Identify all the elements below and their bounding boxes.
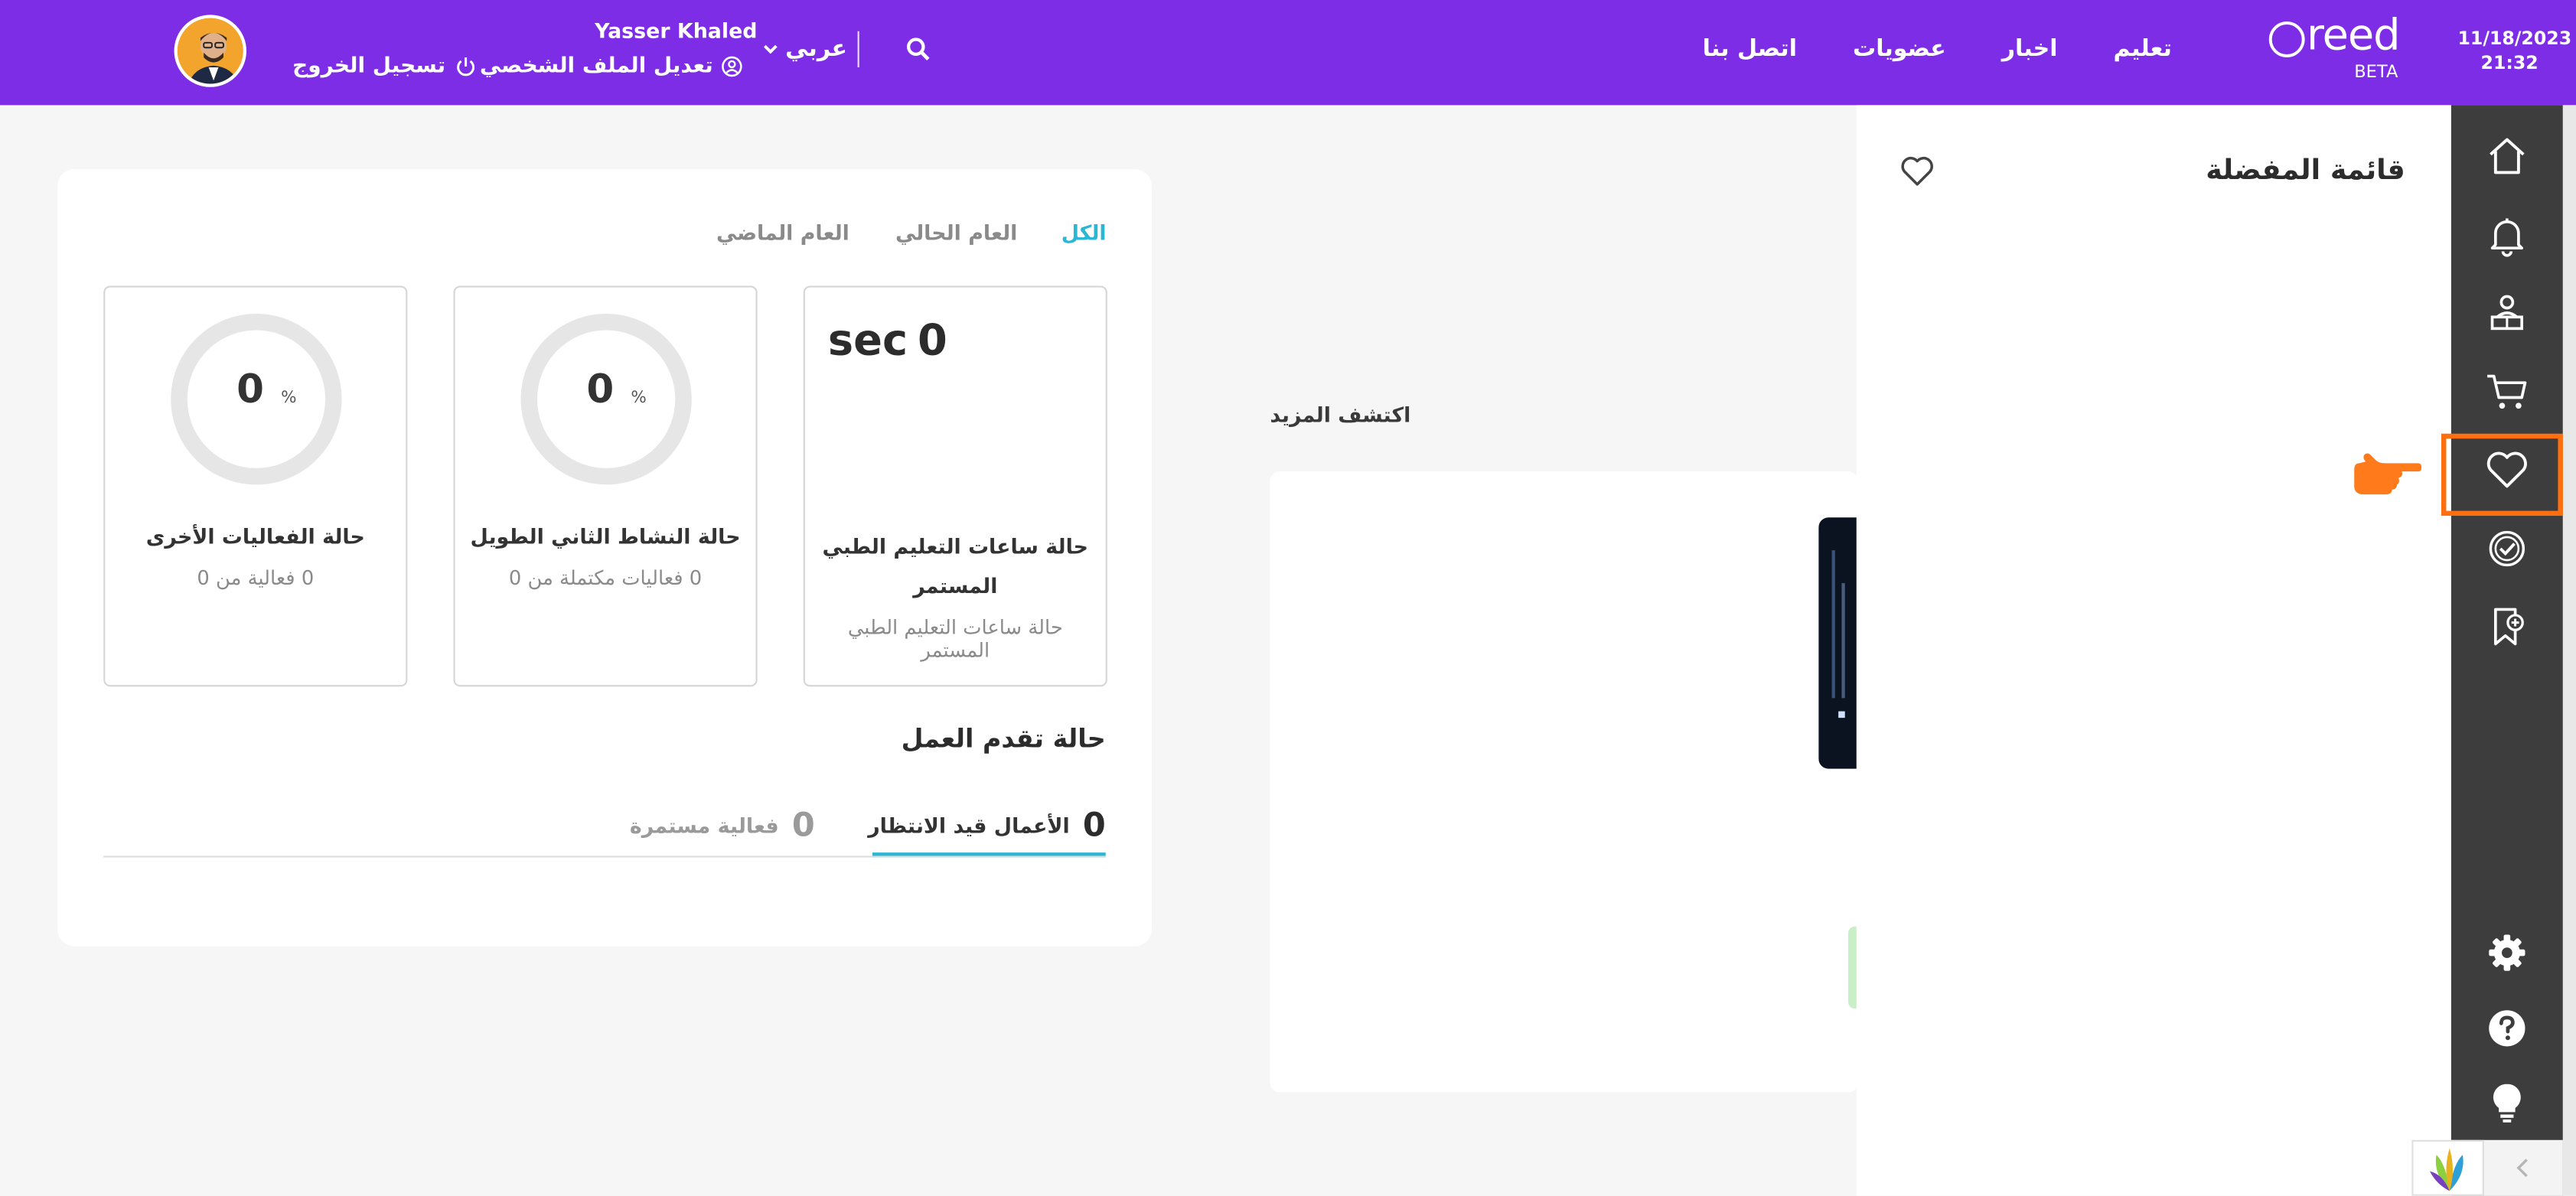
gear-icon — [2489, 934, 2525, 971]
nav-item-education[interactable]: تعليم — [2114, 36, 2172, 62]
avatar-image — [177, 18, 243, 84]
pointing-hand-icon — [2354, 453, 2422, 495]
cme-hours-title: حالة ساعات التعليم الطبي المستمر — [822, 533, 1089, 598]
page: Yasser Khaled تعديل الملف الشخصي تسجيل ا… — [0, 0, 2576, 1196]
cme-hours-subtitle: حالة ساعات التعليم الطبي المستمر — [847, 616, 1063, 663]
avatar[interactable] — [174, 15, 247, 87]
pending-works-label: الأعمال قيد الانتظار — [868, 812, 1070, 837]
nav-item-memberships[interactable]: عضويات — [1853, 36, 1946, 62]
oreed-logo-icon — [2268, 21, 2305, 57]
progress-title: حالة تقدم العمل — [901, 724, 1106, 754]
help-icon — [2489, 1010, 2525, 1047]
cme-hours-unit: sec — [827, 317, 908, 367]
heart-outline-icon — [1901, 156, 1933, 186]
rail-tips[interactable] — [2484, 1079, 2530, 1125]
rail-cart[interactable] — [2484, 368, 2530, 414]
image-light-streak — [1841, 583, 1845, 699]
power-icon — [457, 57, 475, 77]
filter-current-year[interactable]: العام الحالي — [895, 220, 1017, 245]
ongoing-events-label: فعالية مستمرة — [629, 812, 779, 837]
collapse-toggle[interactable] — [2483, 1139, 2563, 1196]
edit-profile-link[interactable]: تعديل الملف الشخصي — [480, 54, 743, 79]
favorites-highlight-frame — [2441, 433, 2563, 517]
brand-name: reed — [2306, 11, 2401, 61]
brand-logo[interactable]: reed BETA — [2267, 11, 2408, 89]
rail-learning[interactable] — [2484, 289, 2530, 335]
rail-bookmarks[interactable] — [2484, 603, 2530, 649]
cme-hours-number: 0 — [917, 317, 947, 367]
date-display: 11/18/2023 — [2457, 28, 2572, 50]
other-events-value: 0 — [236, 366, 264, 412]
rail-notifications[interactable] — [2484, 212, 2530, 258]
learner-icon — [2490, 295, 2524, 331]
helper-widget-logo[interactable] — [2411, 1139, 2484, 1196]
user-name: Yasser Khaled — [595, 18, 758, 43]
scrollbar-track[interactable] — [2562, 105, 2576, 1196]
stat-card-cme-hours: sec 0 حالة ساعات التعليم الطبي المستمر ح… — [803, 285, 1107, 687]
long-activity-title: حالة النشاط الثاني الطويل — [470, 523, 741, 549]
logout-link[interactable]: تسجيل الخروج — [292, 54, 477, 79]
rail-settings[interactable] — [2484, 930, 2530, 976]
image-light-dot — [1838, 711, 1845, 719]
home-icon — [2490, 138, 2525, 174]
discover-more-label[interactable]: اكتشف المزيد — [1270, 402, 1410, 427]
language-select[interactable]: عربي — [762, 36, 848, 63]
lightbulb-icon — [2493, 1084, 2521, 1123]
cme-hours-value: sec 0 — [828, 317, 947, 366]
bell-icon — [2490, 218, 2524, 257]
logout-label: تسجيل الخروج — [292, 54, 446, 80]
rail-help[interactable] — [2484, 1005, 2530, 1051]
top-bar: Yasser Khaled تعديل الملف الشخصي تسجيل ا… — [0, 0, 2576, 106]
ongoing-events-count: 0 — [791, 804, 815, 845]
user-circle-icon — [722, 56, 742, 77]
chevron-left-icon — [2516, 1159, 2528, 1178]
search-icon — [906, 37, 930, 60]
badge-check-icon — [2489, 530, 2525, 567]
nav-item-news[interactable]: اخبار — [2002, 36, 2058, 62]
rail-certificates[interactable] — [2484, 526, 2530, 572]
topbar-divider — [857, 31, 859, 68]
other-events-subtitle: 0 فعالية من 0 — [197, 566, 315, 590]
pointer-hand-annotation — [2349, 447, 2422, 500]
long-activity-value: 0 — [586, 366, 615, 412]
tab-pending-works[interactable]: 0 الأعمال قيد الانتظار — [868, 792, 1106, 858]
other-events-unit: % — [281, 389, 297, 408]
stat-card-long-activity: 0 % حالة النشاط الثاني الطويل 0 فعاليات … — [453, 285, 758, 687]
discover-slide-image[interactable] — [1818, 517, 1858, 769]
main-nav: تعليم اخبار عضويات اتصل بنا — [1703, 36, 2172, 62]
nav-item-contact[interactable]: اتصل بنا — [1703, 36, 1797, 62]
brand-tag: BETA — [2354, 62, 2398, 83]
tab-ongoing-events[interactable]: 0 فعالية مستمرة — [629, 792, 815, 858]
filter-all[interactable]: الكل — [1061, 220, 1107, 245]
stat-card-other-events: 0 % حالة الفعاليات الأخرى 0 فعالية من 0 — [103, 285, 408, 687]
filter-last-year[interactable]: العام الماضي — [716, 220, 849, 245]
long-activity-subtitle: 0 فعاليات مكتملة من 0 — [508, 566, 703, 590]
cart-icon — [2487, 374, 2527, 409]
rail-home[interactable] — [2484, 133, 2530, 179]
discover-more-panel — [1270, 471, 1858, 1093]
favorites-title: قائمة المفضلة — [2206, 154, 2405, 187]
edit-profile-label: تعديل الملف الشخصي — [479, 54, 713, 80]
bookmark-add-icon — [2494, 608, 2524, 646]
tabs-divider — [103, 855, 1106, 858]
time-display: 21:32 — [2480, 52, 2539, 74]
favorites-panel: قائمة المفضلة — [1856, 105, 2451, 1196]
favorites-heart-button[interactable] — [1899, 155, 1935, 187]
language-label: عربي — [785, 36, 848, 63]
search-button[interactable] — [905, 36, 931, 62]
long-activity-unit: % — [631, 389, 647, 408]
pending-works-count: 0 — [1082, 804, 1106, 845]
chevron-down-icon — [763, 44, 778, 54]
leaf-logo-icon — [2429, 1148, 2464, 1191]
other-events-title: حالة الفعاليات الأخرى — [145, 523, 365, 549]
image-light-streak — [1831, 550, 1835, 699]
